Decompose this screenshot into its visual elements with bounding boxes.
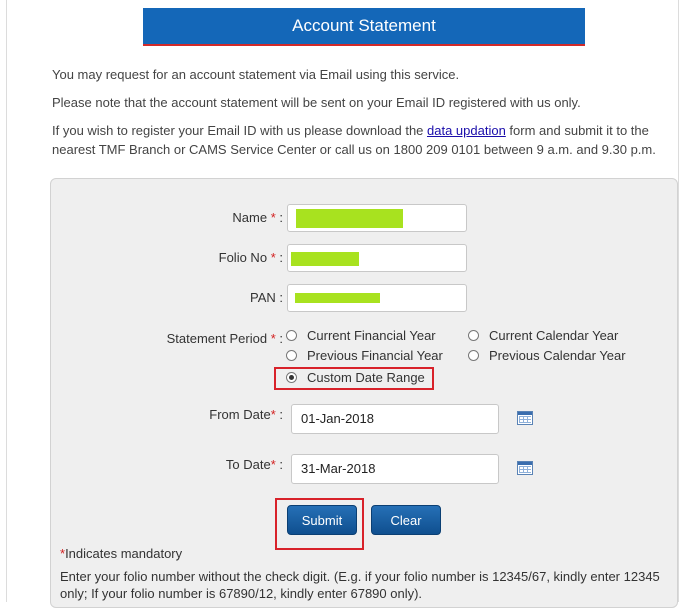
redaction-mark [291, 252, 359, 266]
intro-text-before-link: If you wish to register your Email ID wi… [52, 123, 428, 138]
intro-line-3: If you wish to register your Email ID wi… [52, 121, 649, 140]
calendar-icon[interactable] [517, 461, 533, 475]
statement-period-label-text: Statement Period [166, 331, 268, 346]
folio-label: Folio No * : [200, 250, 283, 265]
required-mark: * [270, 407, 276, 422]
page-title: Account Statement [143, 8, 585, 46]
radio-previous-calendar-year[interactable]: Previous Calendar Year [468, 348, 626, 363]
calendar-icon[interactable] [517, 411, 533, 425]
required-mark: * [270, 331, 276, 346]
to-date-input[interactable]: 31-Mar-2018 [291, 454, 499, 484]
radio-button-icon[interactable] [286, 350, 297, 361]
pan-field[interactable] [287, 284, 467, 312]
clear-button[interactable]: Clear [371, 505, 441, 535]
intro-line-2: Please note that the account statement w… [52, 95, 581, 110]
highlight-box [274, 367, 434, 390]
label-colon: : [279, 331, 283, 346]
folio-label-text: Folio No [218, 250, 268, 265]
label-colon: : [279, 290, 283, 305]
name-label: Name * : [200, 210, 283, 225]
radio-previous-financial-year[interactable]: Previous Financial Year [286, 348, 443, 363]
statement-form-panel [50, 178, 678, 608]
from-date-label: From Date* : [190, 407, 283, 422]
to-date-label: To Date* : [190, 457, 283, 472]
redaction-mark [295, 293, 380, 303]
from-date-input[interactable]: 01-Jan-2018 [291, 404, 499, 434]
intro-line-1: You may request for an account statement… [52, 67, 460, 82]
required-mark: * [270, 250, 276, 265]
name-label-text: Name [232, 210, 268, 225]
mandatory-note: *Indicates mandatory [60, 545, 182, 562]
highlight-box [275, 498, 364, 550]
folio-hint-line-2: only; If your folio number is 67890/12, … [60, 586, 423, 601]
mandatory-note-text: Indicates mandatory [65, 546, 183, 561]
data-updation-link[interactable]: data updation [427, 123, 506, 138]
radio-label: Current Financial Year [307, 328, 436, 343]
radio-button-icon[interactable] [468, 330, 479, 341]
required-mark: * [270, 210, 276, 225]
pan-label: PAN : [200, 290, 283, 305]
name-field[interactable] [287, 204, 467, 232]
folio-field[interactable] [287, 244, 467, 272]
required-mark: * [270, 457, 276, 472]
redaction-mark [296, 209, 403, 228]
radio-label: Previous Financial Year [307, 348, 443, 363]
radio-label: Current Calendar Year [489, 328, 619, 343]
pan-label-text: PAN [249, 290, 276, 305]
from-date-label-text: From Date [209, 407, 271, 422]
radio-button-icon[interactable] [468, 350, 479, 361]
radio-label: Previous Calendar Year [489, 348, 626, 363]
label-colon: : [279, 407, 283, 422]
label-colon: : [279, 457, 283, 472]
label-colon: : [279, 210, 283, 225]
radio-button-icon[interactable] [286, 330, 297, 341]
radio-current-financial-year[interactable]: Current Financial Year [286, 328, 436, 343]
radio-current-calendar-year[interactable]: Current Calendar Year [468, 328, 618, 343]
intro-text-after-link: form and submit it to the [505, 123, 649, 138]
to-date-label-text: To Date [225, 457, 271, 472]
intro-line-4: nearest TMF Branch or CAMS Service Cente… [52, 142, 656, 157]
label-colon: : [279, 250, 283, 265]
statement-period-label: Statement Period * : [150, 331, 283, 346]
folio-hint-line-1: Enter your folio number without the chec… [60, 569, 660, 584]
